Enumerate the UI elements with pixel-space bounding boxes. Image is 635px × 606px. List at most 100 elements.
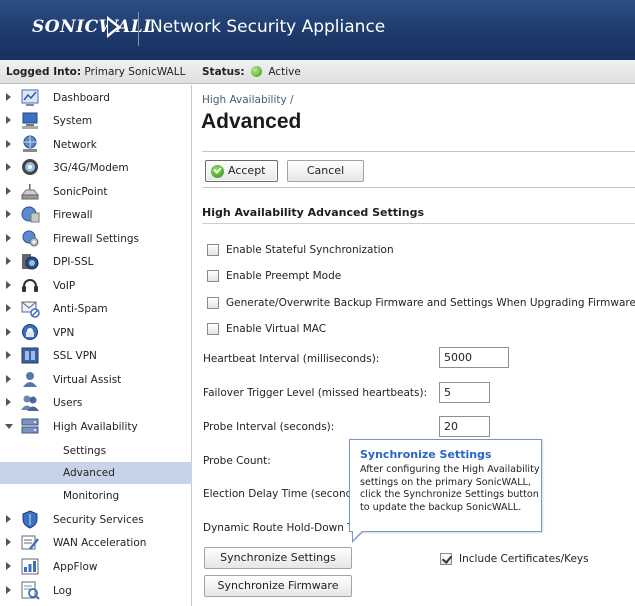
failover-trigger-level-input[interactable] [439, 382, 490, 403]
sidebar-item-label: Anti-Spam [53, 303, 108, 315]
checkbox-label: Include Certificates/Keys [459, 553, 589, 565]
generate-overwrite-backup-checkbox[interactable] [207, 297, 219, 309]
status-active-icon [250, 66, 262, 77]
sidebar-item-3g4g-modem[interactable]: 3G/4G/Modem [0, 157, 192, 179]
sidebar-subitem-label: Advanced [63, 467, 115, 479]
sidebar-item-ssl-vpn[interactable]: SSL VPN [0, 345, 192, 367]
logo-arrow-inner-icon [108, 20, 117, 34]
expand-arrow-icon[interactable] [6, 257, 11, 265]
sidebar-item-label: Firewall [53, 209, 93, 221]
checkbox-label: Generate/Overwrite Backup Firmware and S… [226, 297, 635, 309]
status: Status: Active [202, 66, 301, 78]
expand-arrow-icon[interactable] [6, 328, 11, 336]
sidebar-item-label: Network [53, 139, 97, 151]
sidebar-item-network[interactable]: Network [0, 134, 192, 156]
log-icon [21, 581, 40, 600]
divider [202, 151, 635, 152]
anti-spam-icon [21, 301, 40, 318]
divider [202, 223, 635, 224]
probe-interval-label: Probe Interval (seconds): [203, 421, 335, 433]
sidebar-subitem-label: Monitoring [63, 490, 120, 502]
network-icon [23, 135, 37, 152]
sidebar-item-system[interactable]: System [0, 110, 192, 132]
sidebar-item-label: DPI-SSL [53, 256, 94, 268]
heartbeat-interval-label: Heartbeat Interval (milliseconds): [203, 353, 380, 365]
sidebar-item-label: SonicPoint [53, 186, 108, 198]
sidebar-subitem-monitoring[interactable]: Monitoring [0, 485, 192, 507]
expand-arrow-icon[interactable] [6, 562, 11, 570]
firewall-icon [21, 206, 40, 223]
sidebar-item-anti-spam[interactable]: Anti-Spam [0, 298, 192, 320]
expand-arrow-icon[interactable] [6, 210, 11, 218]
expand-arrow-icon[interactable] [6, 116, 11, 124]
sidebar-item-label: WAN Acceleration [53, 537, 147, 549]
section-title: High Availability Advanced Settings [202, 206, 425, 219]
synchronize-settings-button[interactable]: Synchronize Settings [204, 547, 352, 569]
sidebar-subitem-advanced[interactable]: Advanced [0, 462, 192, 484]
synchronize-settings-tooltip: Synchronize Settings After configuring t… [349, 439, 542, 532]
accept-button[interactable]: Accept [205, 160, 278, 182]
dashboard-icon [21, 89, 39, 106]
sidebar-item-wan-acceleration[interactable]: WAN Acceleration [0, 532, 192, 554]
expand-arrow-icon[interactable] [6, 375, 11, 383]
accept-button-label: Accept [228, 164, 266, 177]
expand-arrow-icon[interactable] [6, 515, 11, 523]
expand-arrow-icon[interactable] [6, 351, 11, 359]
sidebar-subitem-settings[interactable]: Settings [0, 440, 192, 462]
probe-interval-input[interactable] [439, 416, 490, 437]
expand-arrow-icon[interactable] [6, 187, 11, 195]
expand-arrow-icon[interactable] [6, 93, 11, 101]
sidebar-item-label: Users [53, 397, 83, 409]
expand-arrow-icon[interactable] [6, 234, 11, 242]
sidebar-item-label: AppFlow [53, 561, 98, 573]
expand-arrow-icon[interactable] [6, 398, 11, 406]
expand-arrow-icon[interactable] [6, 538, 11, 546]
synchronize-firmware-button[interactable]: Synchronize Firmware [204, 575, 352, 597]
checkbox-label: Enable Stateful Synchronization [226, 244, 394, 256]
divider [202, 187, 635, 188]
sidebar-item-firewall-settings[interactable]: Firewall Settings [0, 228, 192, 250]
sidebar-item-sonicpoint[interactable]: SonicPoint [0, 181, 192, 203]
expand-arrow-icon[interactable] [6, 163, 11, 171]
sidebar-subitem-label: Settings [63, 445, 107, 457]
expand-arrow-icon[interactable] [6, 281, 11, 289]
expand-arrow-icon[interactable] [6, 304, 11, 312]
breadcrumb[interactable]: High Availability / [202, 94, 294, 106]
election-delay-time-label: Election Delay Time (seconds): [203, 488, 366, 500]
sidebar-item-users[interactable]: Users [0, 392, 192, 414]
ssl-vpn-icon [21, 347, 39, 364]
sidebar-item-label: Virtual Assist [53, 374, 122, 386]
tooltip-body: After configuring the High Availability … [360, 464, 540, 513]
heartbeat-interval-input[interactable] [439, 347, 509, 368]
sidebar-item-label: Log [53, 585, 72, 597]
logged-into-value: Primary SonicWALL [84, 66, 186, 78]
sidebar-item-virtual-assist[interactable]: Virtual Assist [0, 369, 192, 391]
sidebar-item-vpn[interactable]: VPN [0, 322, 192, 344]
security-services-icon [22, 510, 38, 529]
tooltip-title: Synchronize Settings [360, 448, 492, 461]
checkbox-label: Enable Preempt Mode [226, 270, 342, 282]
sidebar-item-log[interactable]: Log [0, 580, 192, 602]
status-bar: Logged Into: Primary SonicWALL Status: A… [0, 60, 635, 84]
sidebar-item-label: Dashboard [53, 92, 110, 104]
sidebar-item-high-availability[interactable]: High Availability [0, 416, 192, 438]
sidebar-item-dashboard[interactable]: Dashboard [0, 87, 192, 109]
sidebar-item-firewall[interactable]: Firewall [0, 204, 192, 226]
enable-virtual-mac-checkbox[interactable] [207, 323, 219, 335]
expand-arrow-icon[interactable] [6, 140, 11, 148]
enable-preempt-mode-checkbox[interactable] [207, 270, 219, 282]
expand-arrow-icon[interactable] [6, 586, 11, 594]
cancel-button[interactable]: Cancel [287, 160, 364, 182]
probe-count-label: Probe Count: [203, 455, 271, 467]
sidebar-item-label: VPN [53, 327, 75, 339]
collapse-arrow-icon[interactable] [5, 424, 13, 429]
sidebar-item-appflow[interactable]: AppFlow [0, 556, 192, 578]
sidebar-item-label: Firewall Settings [53, 233, 139, 245]
sidebar-item-security-services[interactable]: Security Services [0, 509, 192, 531]
sidebar-item-dpi-ssl[interactable]: DPI-SSL [0, 251, 192, 273]
system-icon [22, 112, 38, 129]
sidebar-item-voip[interactable]: VoIP [0, 275, 192, 297]
enable-stateful-sync-checkbox[interactable] [207, 244, 219, 256]
status-label: Status: [202, 66, 245, 78]
include-certificates-checkbox[interactable] [440, 553, 452, 565]
